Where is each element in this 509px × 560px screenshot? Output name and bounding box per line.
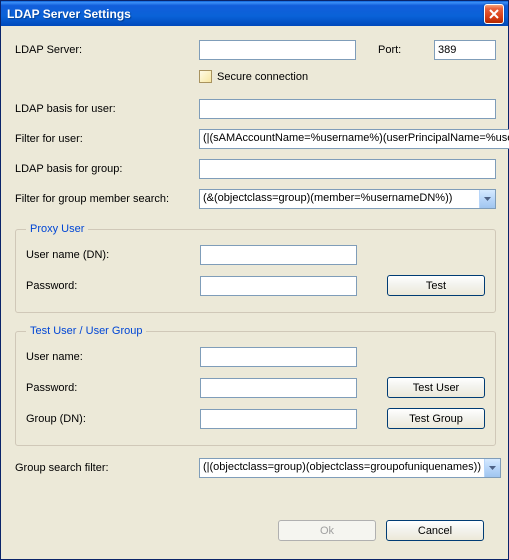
row-test-group: Group (DN): Test Group [26, 408, 485, 429]
row-proxy-password: Password: Test [26, 275, 485, 296]
label-ldap-basis-user: LDAP basis for user: [15, 103, 199, 115]
label-secure-connection: Secure connection [217, 71, 308, 83]
dialog-footer: Ok Cancel [15, 514, 496, 551]
test-group-button[interactable]: Test Group [387, 408, 485, 429]
row-ldap-basis-group: LDAP basis for group: [15, 159, 496, 179]
label-port: Port: [378, 44, 401, 56]
test-user-legend: Test User / User Group [26, 325, 146, 337]
row-filter-group-member: Filter for group member search: (&(objec… [15, 189, 496, 209]
filter-group-member-combo[interactable]: (&(objectclass=group)(member=%usernameDN… [199, 189, 496, 209]
dialog-window: LDAP Server Settings LDAP Server: Port: … [0, 0, 509, 560]
row-ldap-basis-user: LDAP basis for user: [15, 99, 496, 119]
proxy-username-input[interactable] [200, 245, 357, 265]
label-filter-user: Filter for user: [15, 133, 199, 145]
ok-button[interactable]: Ok [278, 520, 376, 541]
group-search-filter-value: (|(objectclass=group)(objectclass=groupo… [200, 459, 484, 477]
filter-user-value: (|(sAMAccountName=%username%)(userPrinci… [200, 130, 509, 148]
chevron-down-icon [489, 466, 496, 470]
row-filter-user: Filter for user: (|(sAMAccountName=%user… [15, 129, 496, 149]
label-test-password: Password: [26, 382, 200, 394]
label-ldap-basis-group: LDAP basis for group: [15, 163, 199, 175]
test-user-group: Test User / User Group User name: Passwo… [15, 325, 496, 446]
chevron-down-icon [484, 197, 491, 201]
proxy-user-group: Proxy User User name (DN): Password: Tes… [15, 223, 496, 313]
test-username-input[interactable] [200, 347, 357, 367]
titlebar: LDAP Server Settings [1, 1, 508, 26]
row-proxy-username: User name (DN): [26, 245, 485, 265]
port-input[interactable] [434, 40, 496, 60]
close-button[interactable] [484, 4, 504, 24]
test-group-input[interactable] [200, 409, 357, 429]
label-proxy-password: Password: [26, 280, 200, 292]
test-user-button[interactable]: Test User [387, 377, 485, 398]
window-title: LDAP Server Settings [7, 7, 131, 21]
cancel-button[interactable]: Cancel [386, 520, 484, 541]
secure-connection-checkbox[interactable] [199, 70, 212, 83]
ldap-server-input[interactable] [199, 40, 356, 60]
proxy-user-legend: Proxy User [26, 223, 88, 235]
ldap-basis-group-input[interactable] [199, 159, 496, 179]
row-secure-connection: Secure connection [15, 70, 496, 83]
filter-user-combo[interactable]: (|(sAMAccountName=%username%)(userPrinci… [199, 129, 509, 149]
label-filter-group-member: Filter for group member search: [15, 193, 199, 205]
label-test-group: Group (DN): [26, 413, 200, 425]
group-search-filter-combo[interactable]: (|(objectclass=group)(objectclass=groupo… [199, 458, 501, 478]
label-ldap-server: LDAP Server: [15, 44, 199, 56]
label-test-username: User name: [26, 351, 200, 363]
close-icon [489, 9, 499, 19]
group-search-filter-dropdown-button[interactable] [484, 459, 500, 477]
test-button[interactable]: Test [387, 275, 485, 296]
row-group-search-filter: Group search filter: (|(objectclass=grou… [15, 458, 496, 478]
test-password-input[interactable] [200, 378, 357, 398]
label-group-search-filter: Group search filter: [15, 462, 199, 474]
filter-group-member-value: (&(objectclass=group)(member=%usernameDN… [200, 190, 479, 208]
proxy-password-input[interactable] [200, 276, 357, 296]
row-test-username: User name: [26, 347, 485, 367]
row-ldap-server: LDAP Server: Port: [15, 40, 496, 60]
ldap-basis-user-input[interactable] [199, 99, 496, 119]
filter-group-member-dropdown-button[interactable] [479, 190, 495, 208]
dialog-content: LDAP Server: Port: Secure connection LDA… [1, 26, 508, 559]
row-test-password: Password: Test User [26, 377, 485, 398]
label-proxy-username: User name (DN): [26, 249, 200, 261]
